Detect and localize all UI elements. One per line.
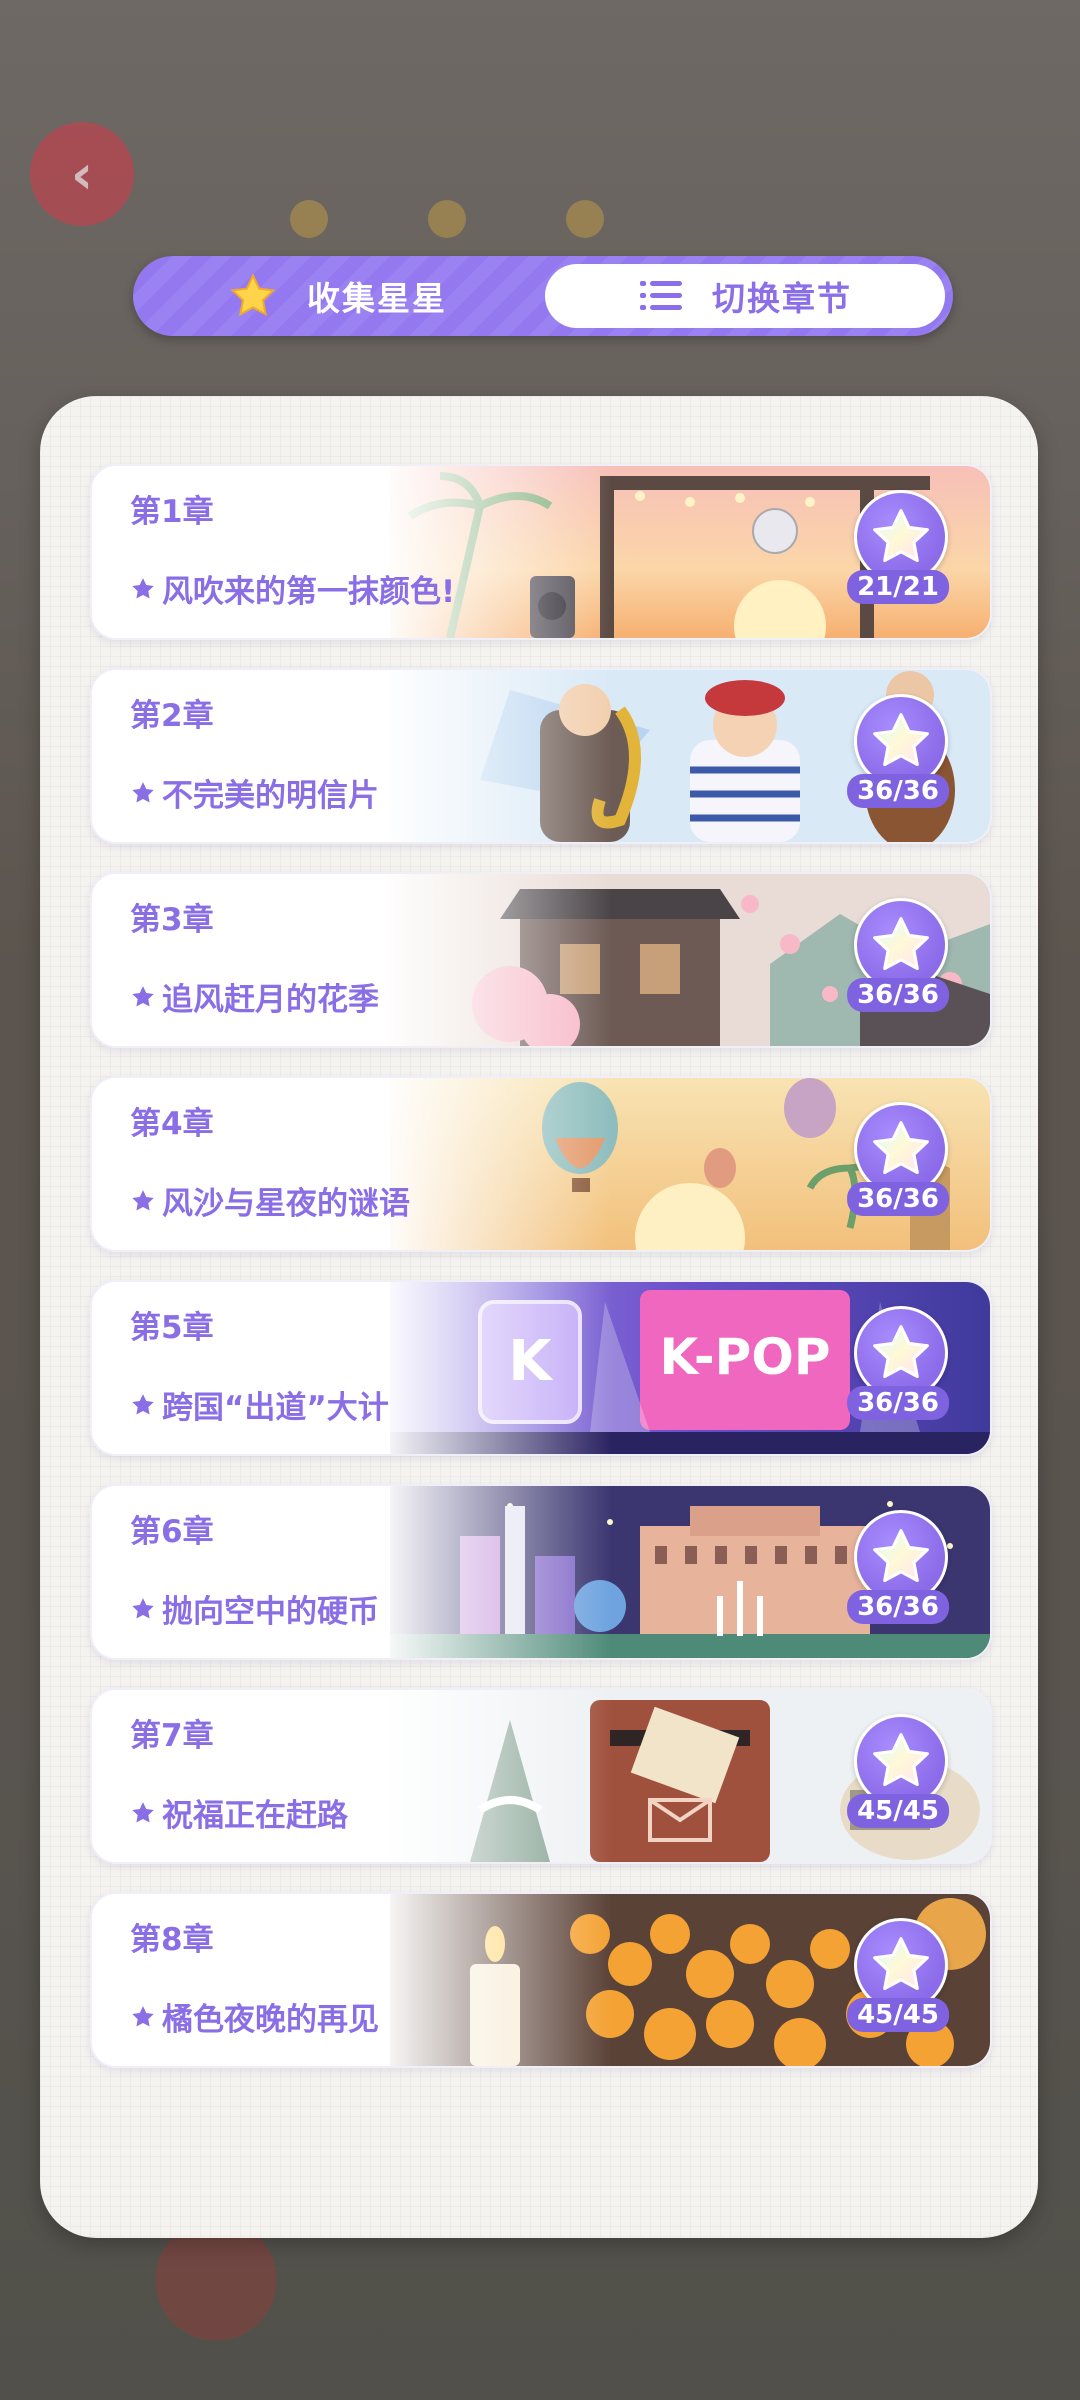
star-progress-badge: 36/36	[847, 1510, 949, 1634]
chapter-card-2[interactable]: 第2章 不完美的明信片 36/36	[90, 668, 992, 844]
star-progress-badge: 36/36	[847, 898, 949, 1022]
star-count: 36/36	[847, 1182, 949, 1216]
tab-switch-chapter[interactable]: 切换章节	[545, 264, 945, 328]
chapter-title: 风吹来的第一抹颜色!	[130, 566, 455, 611]
chapter-title: 不完美的明信片	[130, 770, 379, 815]
small-star-icon	[132, 1189, 154, 1211]
tab-collect-stars[interactable]: 收集星星	[133, 256, 543, 336]
tab-bar: 收集星星 切换章节	[133, 256, 953, 336]
small-star-icon	[132, 2005, 154, 2027]
star-count: 36/36	[847, 1590, 949, 1624]
chapter-title: 抛向空中的硬币	[130, 1586, 379, 1631]
chapter-title: 风沙与星夜的谜语	[130, 1178, 410, 1223]
chapter-number: 第1章	[130, 494, 214, 530]
list-icon	[638, 276, 684, 316]
small-star-icon	[132, 577, 154, 599]
chapter-panel: 第1章 风吹来的第一抹颜色! 21/21 第2章 不完美的明信片 36/36 第…	[40, 396, 1038, 2238]
star-progress-badge: 45/45	[847, 1918, 949, 2042]
star-progress-badge: 36/36	[847, 1102, 949, 1226]
chapter-card-4[interactable]: 第4章 风沙与星夜的谜语 36/36	[90, 1076, 992, 1252]
kpop-sign-text: K-POP	[660, 1328, 831, 1386]
chevron-left-icon: ‹	[70, 142, 94, 206]
chapter-card-5[interactable]: K K-POP 第5章 跨国“出道”大计 36/36	[90, 1280, 992, 1456]
chapter-number: 第5章	[130, 1310, 214, 1346]
chapter-number: 第8章	[130, 1922, 214, 1958]
chapter-number: 第4章	[130, 1106, 214, 1142]
chapter-number: 第2章	[130, 698, 214, 734]
back-button[interactable]: ‹	[30, 122, 134, 226]
tab-switch-label: 切换章节	[712, 279, 852, 318]
star-progress-badge: 36/36	[847, 694, 949, 818]
small-star-icon	[132, 985, 154, 1007]
chapter-title: 追风赶月的花季	[130, 974, 379, 1019]
star-count: 36/36	[847, 774, 949, 808]
star-count: 36/36	[847, 1386, 949, 1420]
chapter-number: 第7章	[130, 1718, 214, 1754]
chapter-title: 祝福正在赶路	[130, 1790, 348, 1835]
star-progress-badge: 21/21	[847, 490, 949, 614]
star-count: 45/45	[847, 1998, 949, 2032]
star-count: 21/21	[847, 570, 949, 604]
star-count: 45/45	[847, 1794, 949, 1828]
star-progress-badge: 45/45	[847, 1714, 949, 1838]
chapter-card-6[interactable]: 第6章 抛向空中的硬币 36/36	[90, 1484, 992, 1660]
chapter-number: 第3章	[130, 902, 214, 938]
small-star-icon	[132, 1597, 154, 1619]
small-star-icon	[132, 1801, 154, 1823]
chapter-card-3[interactable]: 第3章 追风赶月的花季 36/36	[90, 872, 992, 1048]
tab-collect-label: 收集星星	[307, 279, 447, 318]
chapter-card-1[interactable]: 第1章 风吹来的第一抹颜色! 21/21	[90, 464, 992, 640]
chapter-card-7[interactable]: 第7章 祝福正在赶路 45/45	[90, 1688, 992, 1864]
background-hud	[290, 200, 790, 240]
star-count: 36/36	[847, 978, 949, 1012]
chapter-card-8[interactable]: 第8章 橘色夜晚的再见 45/45	[90, 1892, 992, 2068]
chapter-title: 橘色夜晚的再见	[130, 1994, 379, 2039]
star-progress-badge: 36/36	[847, 1306, 949, 1430]
star-icon	[229, 272, 277, 320]
small-star-icon	[132, 1393, 154, 1415]
small-star-icon	[132, 781, 154, 803]
chapter-title: 跨国“出道”大计	[130, 1382, 389, 1427]
chapter-number: 第6章	[130, 1514, 214, 1550]
